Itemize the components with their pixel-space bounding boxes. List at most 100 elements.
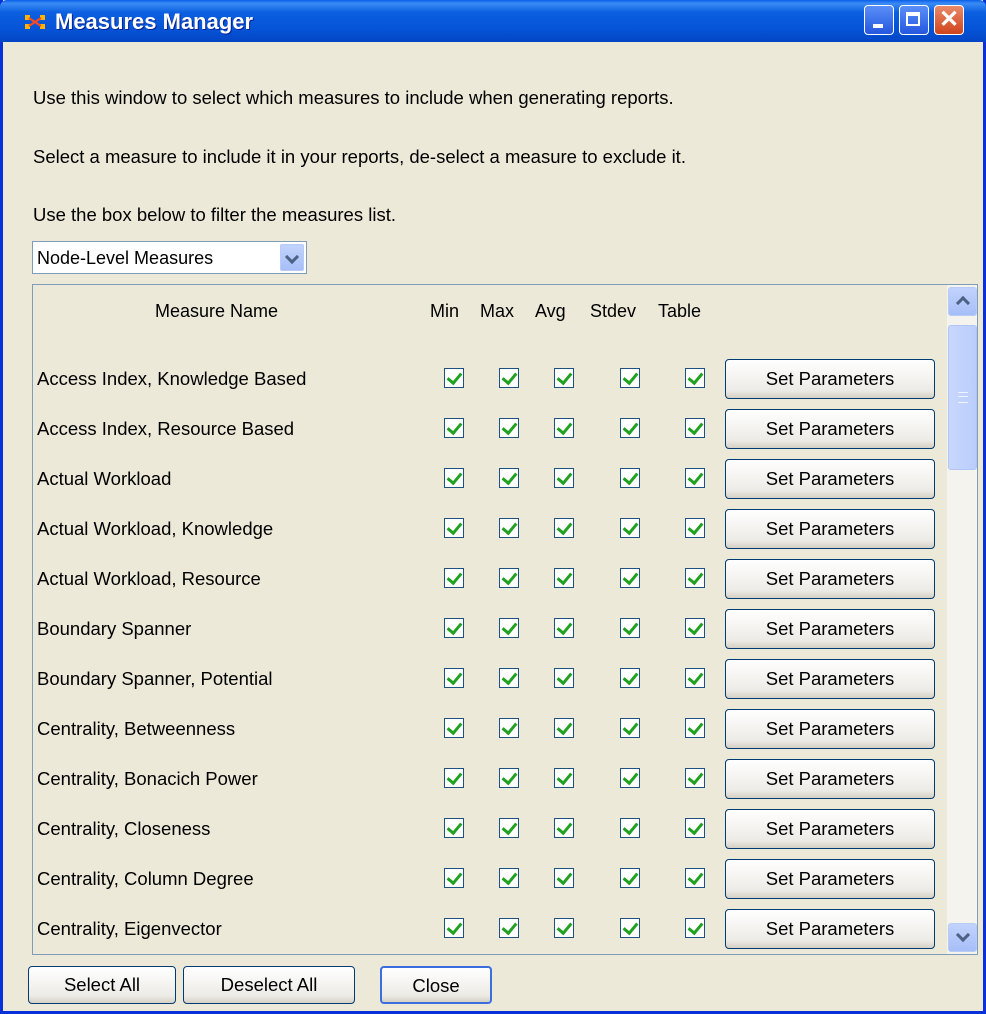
avg-checkbox[interactable] (554, 668, 574, 688)
min-checkbox[interactable] (444, 668, 464, 688)
avg-checkbox[interactable] (554, 918, 574, 938)
set-parameters-button[interactable]: Set Parameters (725, 509, 935, 549)
set-parameters-button[interactable]: Set Parameters (725, 859, 935, 899)
max-checkbox[interactable] (499, 468, 519, 488)
table-checkbox[interactable] (685, 818, 705, 838)
avg-checkbox[interactable] (554, 818, 574, 838)
stdev-checkbox[interactable] (620, 668, 640, 688)
measure-name: Actual Workload, Knowledge (37, 518, 274, 539)
table-checkbox[interactable] (685, 418, 705, 438)
measure-name: Actual Workload (37, 468, 172, 489)
avg-checkbox[interactable] (554, 468, 574, 488)
set-parameters-button[interactable]: Set Parameters (725, 559, 935, 599)
stdev-checkbox[interactable] (620, 368, 640, 388)
avg-checkbox[interactable] (554, 568, 574, 588)
header-stdev: Stdev (590, 301, 637, 321)
set-parameters-button[interactable]: Set Parameters (725, 759, 935, 799)
avg-checkbox[interactable] (554, 418, 574, 438)
measure-filter-dropdown[interactable]: Node-Level Measures (32, 241, 307, 274)
measure-name: Access Index, Knowledge Based (37, 368, 307, 389)
maximize-button[interactable] (899, 5, 929, 35)
header-measure-name: Measure Name (155, 301, 279, 321)
set-parameters-button[interactable]: Set Parameters (725, 709, 935, 749)
close-icon: ✕ (938, 6, 960, 33)
vertical-scrollbar[interactable] (947, 285, 977, 954)
measure-name: Boundary Spanner (37, 618, 192, 639)
min-checkbox[interactable] (444, 868, 464, 888)
scroll-thumb[interactable] (948, 325, 977, 470)
table-checkbox[interactable] (685, 868, 705, 888)
max-checkbox[interactable] (499, 368, 519, 388)
max-checkbox[interactable] (499, 918, 519, 938)
stdev-checkbox[interactable] (620, 418, 640, 438)
table-row: Centrality, Bonacich Power Set Parameters (33, 754, 943, 804)
chevron-down-icon[interactable] (280, 244, 304, 271)
min-checkbox[interactable] (444, 518, 464, 538)
measure-name: Centrality, Eigenvector (37, 918, 222, 939)
measure-name: Centrality, Betweenness (37, 718, 236, 739)
stdev-checkbox[interactable] (620, 768, 640, 788)
table-checkbox[interactable] (685, 518, 705, 538)
set-parameters-button[interactable]: Set Parameters (725, 359, 935, 399)
table-checkbox[interactable] (685, 718, 705, 738)
set-parameters-button[interactable]: Set Parameters (725, 609, 935, 649)
table-checkbox[interactable] (685, 568, 705, 588)
set-parameters-button[interactable]: Set Parameters (725, 909, 935, 949)
close-window-button[interactable]: ✕ (934, 5, 964, 35)
close-button[interactable]: Close (380, 966, 492, 1004)
table-checkbox[interactable] (685, 918, 705, 938)
minimize-button[interactable] (864, 5, 894, 35)
max-checkbox[interactable] (499, 868, 519, 888)
measures-manager-window: Measures Manager ✕ Use this window to se… (0, 0, 986, 1014)
min-checkbox[interactable] (444, 568, 464, 588)
min-checkbox[interactable] (444, 418, 464, 438)
table-checkbox[interactable] (685, 768, 705, 788)
instruction-line-2: Select a measure to include it in your r… (33, 146, 686, 167)
stdev-checkbox[interactable] (620, 568, 640, 588)
stdev-checkbox[interactable] (620, 718, 640, 738)
stdev-checkbox[interactable] (620, 618, 640, 638)
max-checkbox[interactable] (499, 418, 519, 438)
select-all-button[interactable]: Select All (28, 966, 176, 1004)
measure-name: Access Index, Resource Based (37, 418, 295, 439)
avg-checkbox[interactable] (554, 518, 574, 538)
set-parameters-button[interactable]: Set Parameters (725, 409, 935, 449)
min-checkbox[interactable] (444, 618, 464, 638)
set-parameters-button[interactable]: Set Parameters (725, 809, 935, 849)
stdev-checkbox[interactable] (620, 868, 640, 888)
set-parameters-button[interactable]: Set Parameters (725, 659, 935, 699)
window-title: Measures Manager (55, 9, 254, 34)
scroll-up-button[interactable] (948, 287, 977, 316)
max-checkbox[interactable] (499, 568, 519, 588)
max-checkbox[interactable] (499, 718, 519, 738)
stdev-checkbox[interactable] (620, 818, 640, 838)
avg-checkbox[interactable] (554, 618, 574, 638)
table-checkbox[interactable] (685, 668, 705, 688)
table-checkbox[interactable] (685, 368, 705, 388)
header-max: Max (480, 301, 515, 321)
deselect-all-button[interactable]: Deselect All (183, 966, 355, 1004)
min-checkbox[interactable] (444, 918, 464, 938)
stdev-checkbox[interactable] (620, 468, 640, 488)
max-checkbox[interactable] (499, 518, 519, 538)
min-checkbox[interactable] (444, 768, 464, 788)
min-checkbox[interactable] (444, 718, 464, 738)
stdev-checkbox[interactable] (620, 518, 640, 538)
max-checkbox[interactable] (499, 668, 519, 688)
avg-checkbox[interactable] (554, 718, 574, 738)
min-checkbox[interactable] (444, 818, 464, 838)
min-checkbox[interactable] (444, 468, 464, 488)
title-bar[interactable]: Measures Manager ✕ (0, 0, 986, 42)
avg-checkbox[interactable] (554, 368, 574, 388)
avg-checkbox[interactable] (554, 868, 574, 888)
table-checkbox[interactable] (685, 468, 705, 488)
max-checkbox[interactable] (499, 818, 519, 838)
max-checkbox[interactable] (499, 768, 519, 788)
table-checkbox[interactable] (685, 618, 705, 638)
stdev-checkbox[interactable] (620, 918, 640, 938)
avg-checkbox[interactable] (554, 768, 574, 788)
set-parameters-button[interactable]: Set Parameters (725, 459, 935, 499)
max-checkbox[interactable] (499, 618, 519, 638)
scroll-down-button[interactable] (948, 923, 977, 952)
min-checkbox[interactable] (444, 368, 464, 388)
